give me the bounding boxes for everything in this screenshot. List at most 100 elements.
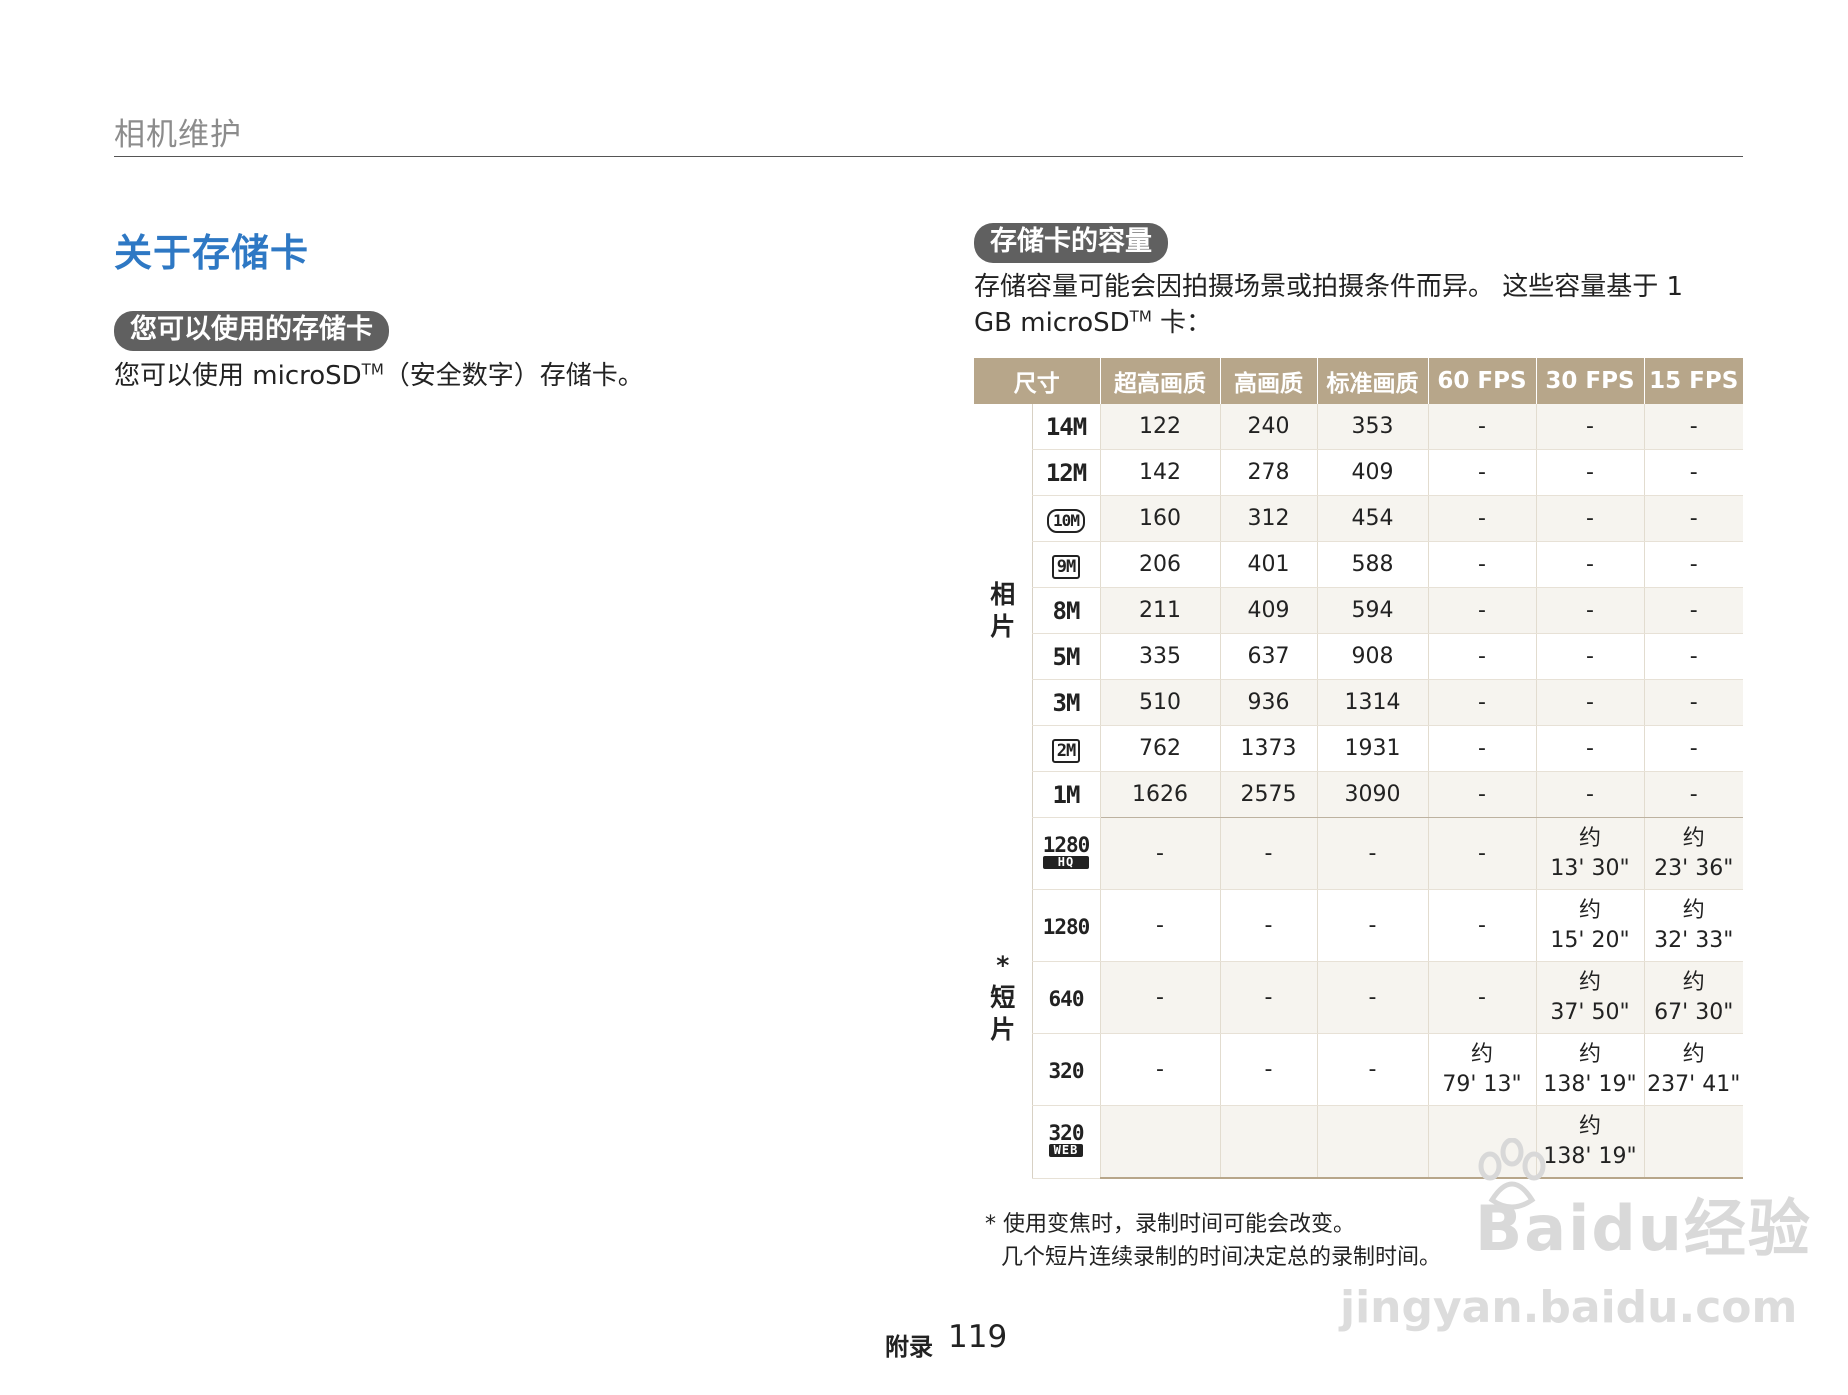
table-cell: 409	[1316, 449, 1428, 496]
320-video-icon: 320	[1031, 1033, 1100, 1106]
2m-resolution-icon: 2M	[1031, 725, 1100, 772]
icon-glyph: 10M	[1047, 509, 1085, 533]
table-cell: -	[1427, 889, 1536, 962]
table-cell: -	[1427, 541, 1536, 588]
8m-resolution-icon: 8M	[1031, 587, 1100, 634]
table-row: 10M 160 312 454- - -	[974, 495, 1743, 542]
table-cell: 142	[1099, 449, 1220, 496]
page-footer-label: 附录	[885, 1333, 933, 1361]
group-label-text: * 短片	[990, 950, 1016, 1044]
table-cell: -	[1099, 961, 1220, 1034]
paragraph-text: 卡：	[1151, 308, 1213, 338]
table-cell: 936	[1219, 679, 1317, 726]
table-cell: -	[1535, 725, 1644, 772]
table-cell: -	[1535, 541, 1644, 588]
table-row: 1M 1626 2575 3090- - -	[974, 771, 1743, 818]
table-cell: -	[1643, 404, 1743, 450]
table-cell: 594	[1316, 587, 1428, 634]
table-cell: 588	[1316, 541, 1428, 588]
footnote-text: 几个短片连续录制的时间决定总的录制时间。	[1001, 1245, 1442, 1270]
icon-glyph: 1M	[1052, 780, 1081, 809]
table-cell: 1314	[1316, 679, 1428, 726]
table-cell: 约 79' 13"	[1427, 1033, 1536, 1106]
1280-video-icon: 1280	[1031, 889, 1100, 962]
9m-resolution-icon: 9M	[1031, 541, 1100, 588]
icon-number: 1280	[1042, 832, 1091, 857]
table-cell: 约 37' 50"	[1535, 961, 1644, 1034]
subsection-pill-usable-cards: 您可以使用的存储卡	[114, 311, 389, 351]
table-cell: -	[1643, 495, 1743, 542]
10m-wide-resolution-icon: 10M	[1031, 495, 1100, 542]
page-heading: 关于存储卡	[114, 231, 310, 275]
section-title: 相机维护	[114, 117, 242, 153]
column-header: 超高画质	[1099, 358, 1220, 404]
watermark-url: jingyan.baidu.com	[1340, 1282, 1798, 1333]
table-cell: -	[1427, 961, 1536, 1034]
table-cell: -	[1643, 587, 1743, 634]
table-cell: 312	[1219, 495, 1317, 542]
table-header-row: 尺寸 超高画质 高画质 标准画质 60 FPS 30 FPS 15 FPS	[974, 358, 1743, 404]
icon-glyph: 2M	[1051, 739, 1081, 763]
table-cell: 908	[1316, 633, 1428, 680]
trademark-mark: TM	[361, 360, 384, 379]
icon-glyph: 12M	[1045, 458, 1087, 487]
table-cell	[1643, 1105, 1743, 1179]
table-cell: 211	[1099, 587, 1220, 634]
table-cell: -	[1316, 817, 1428, 890]
table-row: 640- - - - 约 37' 50" 约 67' 30"	[974, 961, 1743, 1034]
icon-number: 640	[1048, 986, 1085, 1011]
table-row: 320 WEB 约 138' 19"	[974, 1105, 1743, 1179]
usable-cards-paragraph: 您可以使用 microSDTM（安全数字）存储卡。	[114, 358, 644, 394]
column-header: 15 FPS	[1643, 358, 1743, 404]
table-cell: -	[1427, 771, 1536, 818]
table-cell: -	[1219, 817, 1317, 890]
table-cell: -	[1219, 961, 1317, 1034]
table-cell: -	[1643, 449, 1743, 496]
video-group-label: * 短片	[974, 817, 1032, 1178]
table-cell: 1931	[1316, 725, 1428, 772]
header-divider	[114, 156, 1743, 157]
capacity-table: 尺寸 超高画质 高画质 标准画质 60 FPS 30 FPS 15 FPS 相片…	[974, 358, 1743, 1179]
table-row: 3M 510 936 1314- - -	[974, 679, 1743, 726]
table-cell: 约 67' 30"	[1643, 961, 1743, 1034]
320-web-video-icon: 320 WEB	[1031, 1105, 1100, 1179]
1m-resolution-icon: 1M	[1031, 771, 1100, 818]
page-number: 119	[948, 1319, 1008, 1355]
paragraph-text: （安全数字）存储卡。	[383, 361, 644, 391]
table-cell: -	[1535, 633, 1644, 680]
3m-resolution-icon: 3M	[1031, 679, 1100, 726]
table-row: 12M 142 278 409- - -	[974, 449, 1743, 496]
table-cell: -	[1535, 679, 1644, 726]
footnote-line: 几个短片连续录制的时间决定总的录制时间。	[985, 1241, 1441, 1274]
table-cell: 409	[1219, 587, 1317, 634]
5m-resolution-icon: 5M	[1031, 633, 1100, 680]
table-cell	[1219, 1105, 1317, 1179]
table-cell: -	[1316, 961, 1428, 1034]
table-cell: -	[1643, 679, 1743, 726]
paragraph-line: 存储容量可能会因拍摄场景或拍摄条件而异。 这些容量基于 1	[974, 272, 1684, 302]
icon-glyph: 14M	[1045, 412, 1087, 441]
table-cell: 637	[1219, 633, 1317, 680]
icon-number: 320	[1048, 1058, 1085, 1083]
table-cell	[1099, 1105, 1220, 1179]
14m-resolution-icon: 14M	[1031, 404, 1100, 450]
table-cell: 454	[1316, 495, 1428, 542]
table-cell: -	[1643, 725, 1743, 772]
icon-glyph: 3M	[1052, 688, 1081, 717]
table-cell: -	[1643, 541, 1743, 588]
12m-resolution-icon: 12M	[1031, 449, 1100, 496]
table-cell: -	[1099, 889, 1220, 962]
table-cell: -	[1535, 404, 1644, 450]
table-cell: 约 23' 36"	[1643, 817, 1743, 890]
table-cell: 3090	[1316, 771, 1428, 818]
table-row: 相片 14M 122 240 353- - -	[974, 404, 1743, 818]
table-cell: 约 138' 19"	[1535, 1033, 1644, 1106]
table-row: * 短片 1280 HQ - - - - 约 13' 30" 约 23' 36"	[974, 817, 1743, 1178]
watermark-brand: Baidu经验	[1475, 1192, 1812, 1265]
capacity-paragraph: 存储容量可能会因拍摄场景或拍摄条件而异。 这些容量基于 1 GB microSD…	[974, 269, 1744, 341]
icon-glyph: 8M	[1052, 596, 1081, 625]
table-cell: 240	[1219, 404, 1317, 450]
trademark-mark: TM	[1129, 307, 1152, 326]
column-header: 60 FPS	[1427, 358, 1536, 404]
table-cell: 1373	[1219, 725, 1317, 772]
